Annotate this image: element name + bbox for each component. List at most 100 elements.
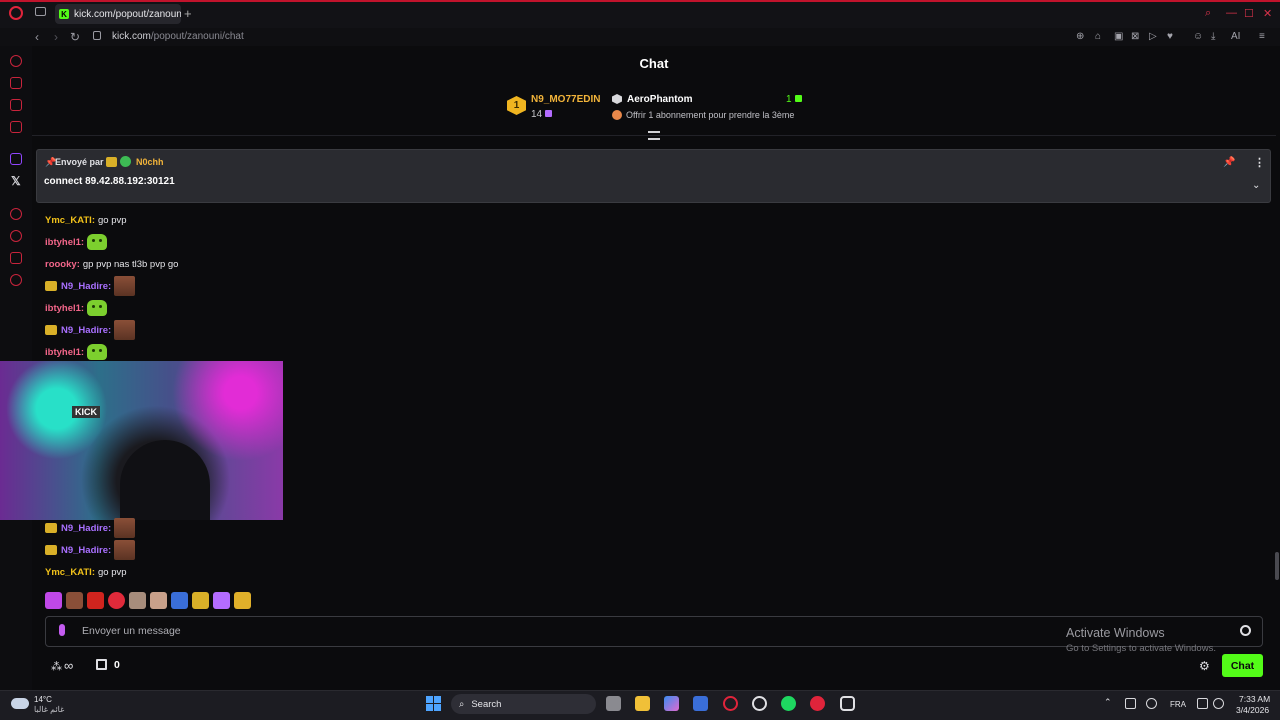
menu-icon[interactable]: ≡ xyxy=(1259,31,1265,42)
message-colon: : xyxy=(108,324,112,336)
maximize-button[interactable]: ☐ xyxy=(1244,7,1254,20)
emoji-picker-icon[interactable] xyxy=(1240,625,1251,636)
message-username[interactable]: ibtyhel1 xyxy=(45,303,81,314)
store-icon[interactable] xyxy=(693,696,708,711)
app-g-icon[interactable] xyxy=(840,696,855,711)
ai-button[interactable]: AI xyxy=(1231,31,1240,42)
green-blob-emote-icon xyxy=(87,234,108,250)
chat-message: N9_Hadire: xyxy=(45,320,136,340)
file-explorer-icon[interactable] xyxy=(635,696,650,711)
offer-text[interactable]: Offrir 1 abonnement pour prendre la 3ème xyxy=(626,110,794,120)
emote-icon[interactable] xyxy=(66,592,83,609)
message-username[interactable]: Ymc_KATI xyxy=(45,215,92,226)
emote-icon[interactable] xyxy=(45,592,62,609)
send-chat-button[interactable]: Chat xyxy=(1222,654,1263,677)
input-placeholder: Envoyer un message xyxy=(82,625,181,637)
mic-tray-icon[interactable] xyxy=(1146,698,1157,709)
opera-gx-taskbar-icon[interactable] xyxy=(752,696,767,711)
opera-taskbar-icon[interactable] xyxy=(723,696,738,711)
message-username[interactable]: Ymc_KATI xyxy=(45,567,92,578)
search-icon: ⌕ xyxy=(459,698,465,710)
snapshot-icon[interactable]: ▣ xyxy=(1114,31,1123,42)
spotify-icon[interactable] xyxy=(781,696,796,711)
message-username[interactable]: ibtyhel1 xyxy=(45,347,81,358)
messenger-icon[interactable] xyxy=(10,99,22,111)
windows-start-icon[interactable] xyxy=(426,696,441,711)
download-icon[interactable]: ⤓ xyxy=(1211,31,1215,42)
opera-logo-icon[interactable] xyxy=(9,6,23,20)
twitch-icon[interactable] xyxy=(10,153,22,165)
task-view-icon[interactable] xyxy=(606,696,621,711)
gift-box-icon[interactable] xyxy=(96,659,107,670)
search-tabs-icon[interactable]: ⌕ xyxy=(1205,7,1211,20)
microphone-icon[interactable] xyxy=(59,624,65,636)
extensions-icon[interactable] xyxy=(10,252,22,264)
close-window-button[interactable]: ✕ xyxy=(1263,7,1272,20)
emote-icon[interactable] xyxy=(171,592,188,609)
offer-badge-icon xyxy=(612,110,622,120)
weather-description: غائم غالبا xyxy=(34,705,65,714)
message-username[interactable]: roooky xyxy=(45,259,77,270)
profile-icon[interactable]: ☺ xyxy=(1193,31,1203,42)
back-button[interactable]: ‹ xyxy=(35,30,39,44)
leader-first-name[interactable]: N9_MO77EDIN xyxy=(531,94,600,105)
message-username[interactable]: N9_Hadire xyxy=(61,523,108,534)
url-field[interactable]: kick.com/popout/zanouni/chat xyxy=(112,31,244,42)
lock-icon[interactable] xyxy=(93,31,101,40)
collapse-leaderboard-icon[interactable] xyxy=(648,131,660,140)
emote-icon[interactable] xyxy=(87,592,104,609)
forward-button[interactable]: › xyxy=(54,30,58,44)
message-colon: : xyxy=(91,214,95,226)
emote-icon[interactable] xyxy=(192,592,209,609)
unpin-icon[interactable]: 📌 xyxy=(1223,157,1235,168)
wifi-icon[interactable] xyxy=(1197,698,1208,709)
copilot-icon[interactable] xyxy=(664,696,679,711)
adblock-icon[interactable]: ⊠ xyxy=(1131,31,1139,42)
volume-icon[interactable] xyxy=(1213,698,1224,709)
network-tray-icon[interactable] xyxy=(1125,698,1136,709)
clock-time[interactable]: 7:33 AM xyxy=(1239,694,1270,704)
pinned-user[interactable]: N0chh xyxy=(136,157,164,167)
minimize-button[interactable]: — xyxy=(1226,7,1237,19)
history-icon[interactable] xyxy=(10,230,22,242)
whatsapp-icon[interactable] xyxy=(10,121,22,133)
weather-temperature[interactable]: 14°C xyxy=(34,695,52,704)
taskbar-search[interactable]: ⌕ Search xyxy=(451,694,596,714)
cloud-icon[interactable] xyxy=(11,698,29,709)
x-twitter-icon[interactable]: 𝕏 xyxy=(11,174,21,188)
message-username[interactable]: N9_Hadire xyxy=(61,545,108,556)
emote-icon[interactable] xyxy=(150,592,167,609)
crypto-wallet-icon[interactable] xyxy=(10,77,22,89)
new-tab-button[interactable]: + xyxy=(184,6,192,21)
emote-icon[interactable] xyxy=(234,592,251,609)
message-username[interactable]: ibtyhel1 xyxy=(45,237,81,248)
green-blob-emote-icon xyxy=(87,344,108,360)
chat-settings-icon[interactable]: ⚙ xyxy=(1199,659,1210,673)
activate-windows-subtitle: Go to Settings to activate Windows. xyxy=(1066,643,1216,654)
emote-icon[interactable] xyxy=(129,592,146,609)
leader-second-name[interactable]: AeroPhantom xyxy=(627,94,693,105)
app-red-icon[interactable] xyxy=(810,696,825,711)
player-sidebar-icon[interactable] xyxy=(10,208,22,220)
emote-icon[interactable] xyxy=(213,592,230,609)
message-username[interactable]: N9_Hadire xyxy=(61,325,108,336)
reload-button[interactable]: ↻ xyxy=(70,30,80,44)
emote-icon[interactable] xyxy=(108,592,125,609)
bookmark-pin-icon[interactable]: ⌂ xyxy=(1095,31,1101,42)
clock-date[interactable]: 3/4/2026 xyxy=(1236,705,1269,715)
chevron-down-icon[interactable]: ⌄ xyxy=(1252,180,1260,191)
channel-points-icon[interactable]: ⁂ xyxy=(51,660,62,673)
tray-overflow-icon[interactable]: ⌃ xyxy=(1104,697,1112,708)
aria-icon[interactable] xyxy=(10,55,22,67)
more-options-icon[interactable]: ⋮ xyxy=(1254,156,1265,169)
chat-scrollbar[interactable] xyxy=(1275,552,1279,580)
message-colon: : xyxy=(80,236,85,248)
settings-sidebar-icon[interactable] xyxy=(10,274,22,286)
browser-tab-active[interactable]: K kick.com/popout/zanouni/ xyxy=(55,4,181,24)
message-username[interactable]: N9_Hadire xyxy=(61,281,108,292)
player-icon[interactable]: ▷ xyxy=(1149,31,1157,42)
heart-icon[interactable]: ♥ xyxy=(1167,31,1173,42)
tab-menu-icon[interactable] xyxy=(35,7,46,16)
language-indicator[interactable]: FRA xyxy=(1170,700,1186,709)
zoom-icon[interactable]: ⊕ xyxy=(1076,31,1084,42)
